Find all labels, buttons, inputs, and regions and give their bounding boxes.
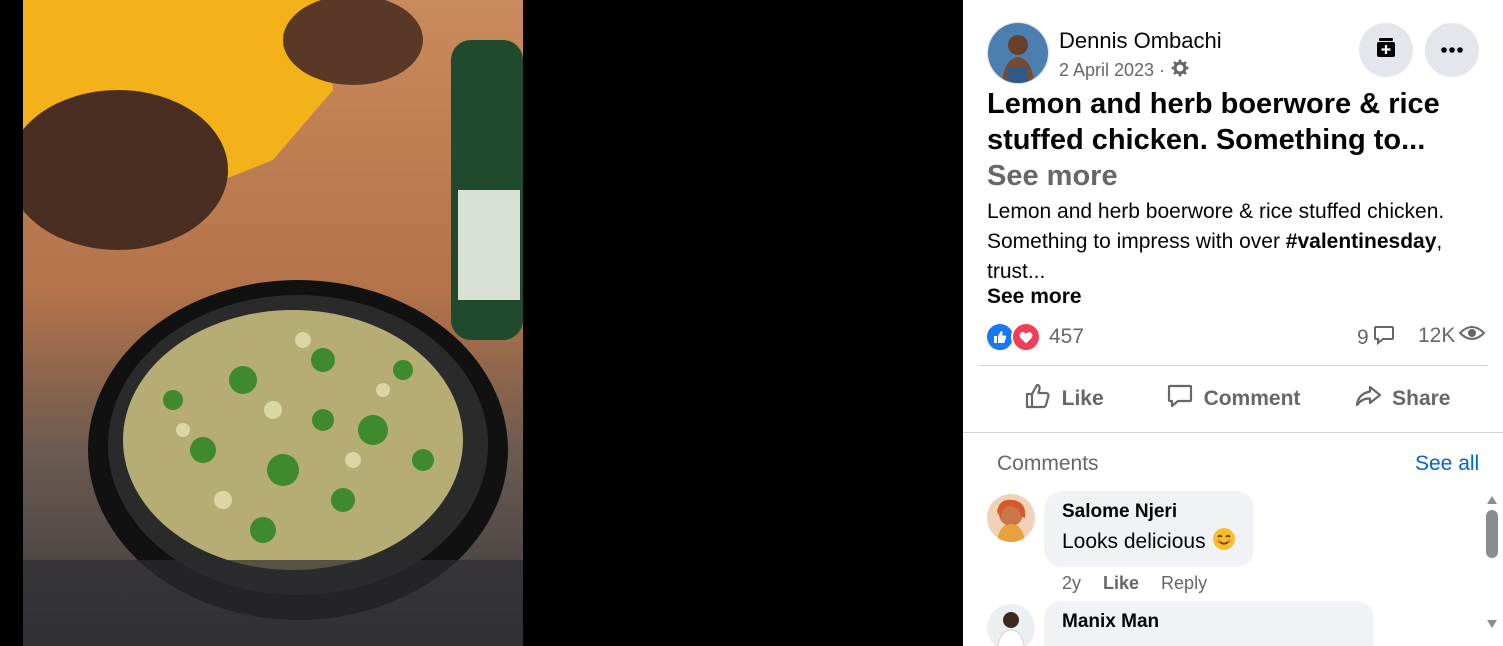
cooking-video-still: [23, 0, 523, 646]
smile-emoji-icon: [1212, 527, 1236, 557]
comment-author[interactable]: Salome Njeri: [1062, 501, 1236, 523]
post-panel: Dennis Ombachi 2 April 2023 · Lemon and …: [963, 0, 1503, 646]
reaction-count: 457: [1049, 325, 1085, 348]
comment-bubble-icon: [1373, 324, 1395, 352]
scroll-up-arrow-icon[interactable]: [1486, 492, 1498, 504]
more-icon: [1440, 41, 1464, 59]
video-player[interactable]: [0, 0, 963, 646]
comment-bubble: Manix Man: [1044, 601, 1374, 646]
post-body: Lemon and herb boerwore & rice stuffed c…: [987, 197, 1487, 287]
section-divider: [963, 432, 1503, 433]
thumbs-up-icon: [1024, 382, 1052, 416]
comments-heading: Comments: [997, 452, 1099, 475]
divider: [979, 365, 1487, 366]
more-options-button[interactable]: [1425, 23, 1479, 77]
eye-icon: [1458, 324, 1486, 348]
reactions-summary[interactable]: 457: [985, 322, 1084, 352]
comment-author[interactable]: Manix Man: [1062, 611, 1356, 633]
view-count: 12K: [1418, 324, 1486, 348]
comment-icon: [1166, 382, 1194, 416]
author-avatar[interactable]: [987, 22, 1049, 84]
comment-text-value: Looks delicious: [1062, 530, 1206, 553]
post-title: Lemon and herb boerwore & rice stuffed c…: [987, 88, 1440, 156]
see-all-comments-link[interactable]: See all: [1415, 452, 1479, 476]
post-actions: Like Comment Share: [979, 367, 1487, 431]
comment-button[interactable]: Comment: [1148, 367, 1317, 431]
share-button[interactable]: Share: [1318, 367, 1487, 431]
scroll-down-arrow-icon[interactable]: [1486, 616, 1498, 628]
comment-text: Looks delicious: [1062, 527, 1236, 557]
save-post-button[interactable]: [1359, 23, 1413, 77]
comment-meta: 2y Like Reply: [1062, 573, 1207, 594]
like-button[interactable]: Like: [979, 367, 1148, 431]
view-count-value: 12K: [1418, 324, 1456, 347]
comment-count-value: 9: [1357, 326, 1369, 349]
scroll-thumb[interactable]: [1486, 510, 1498, 558]
share-button-label: Share: [1392, 387, 1451, 410]
author-name[interactable]: Dennis Ombachi: [1059, 28, 1222, 54]
save-icon: [1374, 36, 1398, 65]
like-button-label: Like: [1061, 387, 1104, 410]
gear-icon: [1171, 59, 1189, 82]
comment-bubble: Salome Njeri Looks delicious: [1044, 491, 1254, 567]
comment-button-label: Comment: [1203, 387, 1301, 410]
comment-like-button[interactable]: Like: [1103, 573, 1139, 594]
comments-scrollbar[interactable]: [1483, 486, 1501, 646]
comment-count[interactable]: 9: [1357, 324, 1395, 352]
commenter-avatar[interactable]: [987, 494, 1035, 542]
share-arrow-icon: [1354, 382, 1382, 416]
body-see-more-link[interactable]: See more: [987, 285, 1082, 309]
hashtag-link[interactable]: #valentinesday: [1286, 230, 1437, 253]
comment-time[interactable]: 2y: [1062, 573, 1081, 594]
video-frame[interactable]: [23, 0, 523, 646]
comment-reply-button[interactable]: Reply: [1161, 573, 1207, 594]
commenter-avatar[interactable]: [987, 604, 1035, 646]
love-reaction-icon: [1011, 322, 1041, 352]
post-date: 2 April 2023 ·: [1059, 59, 1189, 82]
post-date-text[interactable]: 2 April 2023 ·: [1059, 60, 1165, 81]
title-see-more-link[interactable]: See more: [987, 160, 1118, 193]
